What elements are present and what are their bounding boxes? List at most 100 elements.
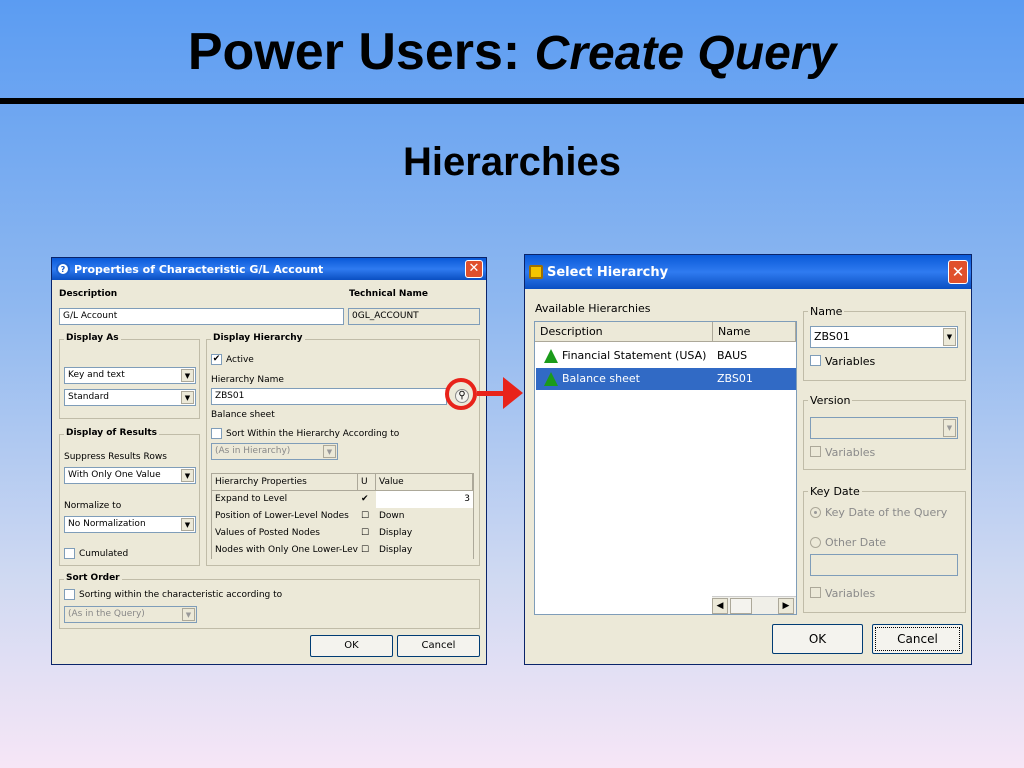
annotation-arrow-head [503,377,523,409]
chevron-down-icon[interactable]: ▼ [181,391,194,404]
ok-button[interactable]: OK [310,635,393,657]
key-date-query-label: Key Date of the Query [825,506,948,519]
cancel-button[interactable]: Cancel [397,635,480,657]
hierarchy-text: Balance sheet [211,410,275,420]
version-select[interactable]: ▼ [810,417,958,439]
key-date-variables-checkbox[interactable] [810,587,821,598]
name-select[interactable]: ZBS01 ▼ [810,326,958,348]
row-name: ZBS01 [717,372,753,385]
chevron-down-icon[interactable]: ▼ [943,328,956,346]
property-name: Expand to Level [212,491,358,508]
title-divider [0,98,1024,104]
version-group-label: Version [808,394,853,407]
hierarchy-properties-table: Hierarchy Properties U Value Expand to L… [211,473,474,559]
key-date-group-label: Key Date [808,485,862,498]
key-date-query-radio[interactable] [810,507,821,518]
sort-within-select[interactable]: (As in Hierarchy) ▼ [211,443,338,460]
active-label: Active [226,355,254,365]
version-variables-checkbox[interactable] [810,446,821,457]
suppress-select[interactable]: With Only One Value ▼ [64,467,196,484]
display-mode-select[interactable]: Standard ▼ [64,389,196,406]
property-value-input[interactable]: 3 [376,491,473,508]
display-mode-value: Standard [68,392,109,402]
property-name: Position of Lower-Level Nodes [212,508,358,525]
chevron-down-icon[interactable]: ▼ [181,469,194,482]
highlight-circle [445,378,477,410]
row-name: BAUS [717,349,748,362]
table-row[interactable]: Nodes with Only One Lower-Level No ☐ Dis… [212,542,473,559]
property-value[interactable]: Display [376,525,473,542]
scroll-right-icon[interactable]: ▶ [778,598,794,614]
close-button[interactable]: ✕ [465,260,483,278]
sorting-within-label: Sorting within the characteristic accord… [79,590,283,600]
sort-order-select[interactable]: (As in the Query) ▼ [64,606,197,623]
row-description: Financial Statement (USA) [562,349,707,362]
key-date-variables-label: Variables [825,587,876,600]
normalize-select[interactable]: No Normalization ▼ [64,516,196,533]
properties-title: Properties of Characteristic G/L Account [74,262,324,276]
table-row[interactable]: Values of Posted Nodes ☐ Display [212,525,473,542]
chevron-down-icon[interactable]: ▼ [323,445,336,458]
property-u-checkbox[interactable]: ✔ [358,491,376,508]
row-description: Balance sheet [562,372,640,385]
chevron-down-icon[interactable]: ▼ [943,419,956,437]
sort-order-label: Sort Order [64,573,122,583]
display-as-label: Display As [64,333,121,343]
properties-titlebar[interactable]: ? Properties of Characteristic G/L Accou… [52,258,486,280]
slide-title-plain: Power Users: [187,23,535,81]
other-date-radio[interactable] [810,537,821,548]
suppress-value: With Only One Value [68,470,161,480]
cumulated-label: Cumulated [79,549,129,559]
sort-within-checkbox[interactable] [211,428,222,439]
sort-order-value: (As in the Query) [68,609,145,619]
hierarchy-name-input[interactable]: ZBS01 [211,388,447,405]
properties-dialog: ? Properties of Characteristic G/L Accou… [51,257,487,665]
property-u-checkbox[interactable]: ☐ [358,542,376,559]
column-header: Value [376,474,473,491]
name-variables-checkbox[interactable] [810,355,821,366]
column-header[interactable]: Name [713,322,796,342]
name-variables-label: Variables [825,355,876,368]
property-u-checkbox[interactable]: ☐ [358,525,376,542]
property-name: Nodes with Only One Lower-Level No [212,542,358,559]
ok-button[interactable]: OK [772,624,863,654]
display-as-select[interactable]: Key and text ▼ [64,367,196,384]
normalize-label: Normalize to [64,501,122,511]
property-name: Values of Posted Nodes [212,525,358,542]
property-value[interactable]: Down [376,508,473,525]
column-header[interactable]: Description [535,322,713,342]
active-checkbox[interactable]: ✔ [211,354,222,365]
sorting-within-checkbox[interactable] [64,589,75,600]
scroll-thumb[interactable] [730,598,752,614]
cumulated-checkbox[interactable] [64,548,75,559]
select-titlebar[interactable]: Select Hierarchy ✕ [525,255,971,289]
normalize-value: No Normalization [68,519,146,529]
chevron-down-icon[interactable]: ▼ [181,518,194,531]
help-icon: ? [56,262,70,276]
column-header: U [358,474,376,491]
slide-title-italic: Create Query [534,27,837,80]
description-input[interactable]: G/L Account [59,308,344,325]
chevron-down-icon[interactable]: ▼ [182,608,195,621]
display-as-value: Key and text [68,370,125,380]
chevron-down-icon[interactable]: ▼ [181,369,194,382]
version-variables-label: Variables [825,446,876,459]
horizontal-scrollbar[interactable]: ◀ ▶ [712,596,796,614]
slide-subtitle: Hierarchies [403,140,621,184]
scroll-left-icon[interactable]: ◀ [712,598,728,614]
property-u-checkbox[interactable]: ☐ [358,508,376,525]
sort-within-value: (As in Hierarchy) [215,446,291,456]
cancel-button[interactable]: Cancel [872,624,963,654]
technical-name-field: 0GL_ACCOUNT [348,308,480,325]
list-item-selected[interactable]: Balance sheet ZBS01 [536,368,796,390]
date-input[interactable] [810,554,958,576]
column-header: Hierarchy Properties [212,474,358,491]
table-row[interactable]: Expand to Level ✔ 3 [212,491,473,508]
close-button[interactable]: ✕ [948,260,968,284]
table-row[interactable]: Position of Lower-Level Nodes ☐ Down [212,508,473,525]
list-item[interactable]: Financial Statement (USA) BAUS [536,345,796,367]
hierarchy-name-label: Hierarchy Name [211,375,284,385]
display-hierarchy-label: Display Hierarchy [211,333,305,343]
property-value[interactable]: Display [376,542,473,559]
name-value: ZBS01 [814,330,850,343]
